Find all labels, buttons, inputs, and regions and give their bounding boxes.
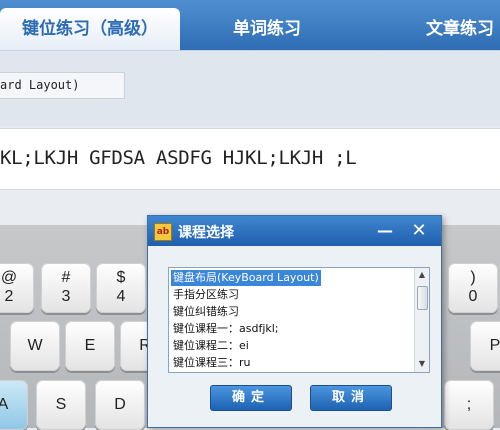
key-semicolon[interactable]: ; — [444, 380, 494, 430]
key-d-label: D — [114, 396, 126, 413]
key-3-shift-label: # — [61, 269, 71, 286]
practice-text: KL;LKJH GFDSA ASDFG HJKL;LKJH ;L — [0, 147, 357, 169]
scroll-down-icon[interactable]: ▼ — [417, 359, 427, 369]
key-4[interactable]: $ 4 — [96, 263, 146, 313]
course-list-item[interactable]: 键位纠错练习 — [173, 304, 239, 320]
key-semicolon-label: ; — [466, 396, 472, 413]
minimize-icon[interactable]: — — [376, 222, 394, 240]
course-select-dialog: ab 课程选择 — ✕ 键盘布局(KeyBoard Layout) 手指分区练习… — [147, 215, 442, 428]
key-0-shift-label: ) — [470, 269, 476, 286]
course-list-item[interactable]: 手指分区练习 — [173, 287, 239, 303]
scroll-thumb[interactable] — [417, 286, 428, 310]
list-scrollbar[interactable]: ▲ ▼ — [414, 268, 429, 372]
key-2[interactable]: @ 2 — [0, 263, 34, 313]
key-d[interactable]: D — [95, 380, 145, 430]
key-2-shift-label: @ — [0, 269, 18, 286]
key-3[interactable]: # 3 — [41, 263, 91, 313]
key-p-label: P — [489, 337, 500, 354]
key-3-label: 3 — [61, 288, 71, 305]
key-a-label: A — [0, 396, 9, 413]
cancel-button[interactable]: 取消 — [310, 385, 392, 411]
tab-bar: 键位练习（高级） 单词练习 文章练习 — [0, 0, 500, 50]
tab-word-practice[interactable]: 单词练习 — [192, 8, 342, 50]
tab-article-practice[interactable]: 文章练习 — [400, 8, 500, 50]
key-w[interactable]: W — [10, 321, 60, 371]
course-list-item[interactable]: 键位课程一：asdfjkl; — [173, 321, 279, 337]
key-2-label: 2 — [4, 288, 14, 305]
course-list-item[interactable]: 键盘布局(KeyBoard Layout) — [170, 269, 322, 287]
key-0[interactable]: ) 0 — [448, 263, 498, 313]
dialog-title: 课程选择 — [178, 225, 234, 241]
key-4-label: 4 — [116, 288, 126, 305]
course-list-item[interactable]: 键位课程二：ei — [173, 338, 249, 354]
key-s[interactable]: S — [36, 380, 86, 430]
tab-keyposition-advanced[interactable]: 键位练习（高级） — [0, 8, 180, 50]
key-s-label: S — [55, 396, 67, 413]
key-w-label: W — [27, 337, 43, 354]
ok-button[interactable]: 确定 — [210, 385, 292, 411]
key-e[interactable]: E — [65, 321, 115, 371]
close-icon[interactable]: ✕ — [410, 222, 428, 240]
key-a[interactable]: A — [0, 380, 28, 430]
dialog-titlebar[interactable]: ab 课程选择 — ✕ — [148, 216, 441, 246]
practice-text-line: KL;LKJH GFDSA ASDFG HJKL;LKJH ;L — [0, 128, 500, 190]
key-e-label: E — [84, 337, 96, 354]
scroll-up-icon[interactable]: ▲ — [417, 270, 427, 280]
course-list[interactable]: 键盘布局(KeyBoard Layout) 手指分区练习 键位纠错练习 键位课程… — [168, 267, 430, 373]
key-4-shift-label: $ — [116, 269, 126, 286]
app-icon: ab — [154, 223, 172, 241]
course-list-item[interactable]: 键位课程三：ru — [173, 355, 251, 371]
key-0-label: 0 — [468, 288, 478, 305]
current-course-label: ard Layout) — [0, 72, 125, 99]
key-p[interactable]: P — [470, 321, 500, 371]
